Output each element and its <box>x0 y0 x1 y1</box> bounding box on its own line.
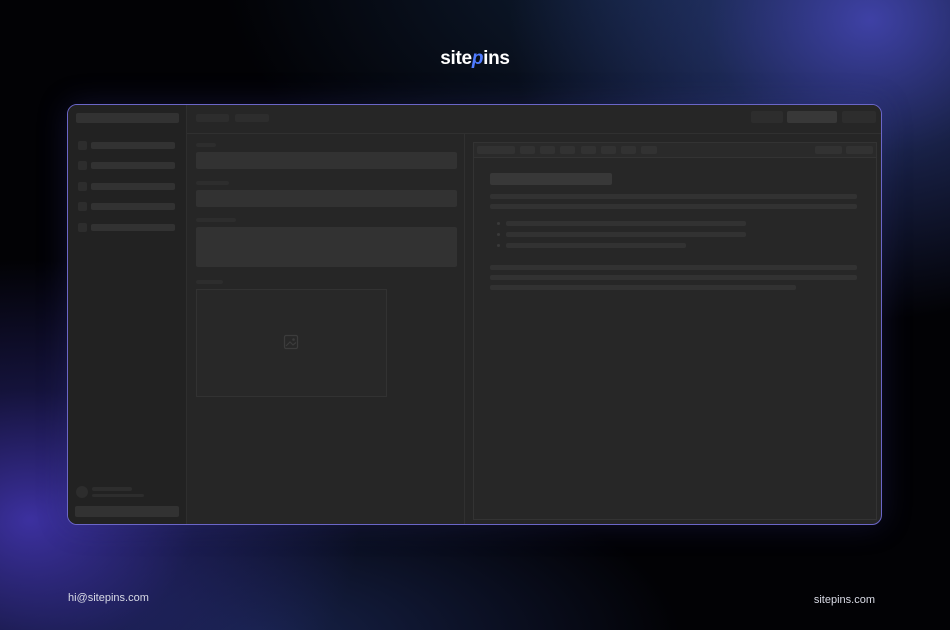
field-label <box>196 280 223 284</box>
sitepins-logo: sitepins <box>0 48 950 70</box>
sidebar-item[interactable] <box>91 142 175 149</box>
paragraph-line <box>490 204 857 209</box>
editor-toolbar <box>474 143 876 158</box>
format-dropdown[interactable] <box>477 146 515 154</box>
list-item-line <box>506 243 686 248</box>
field-label <box>196 218 236 222</box>
save-button[interactable] <box>787 111 837 123</box>
breadcrumb-placeholder[interactable] <box>196 114 229 122</box>
sidebar-item[interactable] <box>91 203 175 210</box>
user-name-placeholder <box>92 487 132 491</box>
image-upload-box[interactable] <box>196 289 387 397</box>
sidebar-footer-button[interactable] <box>75 506 179 517</box>
topbar-button[interactable] <box>842 111 876 123</box>
paragraph-line <box>490 265 857 270</box>
sidebar-header-placeholder <box>76 113 179 123</box>
list-item-line <box>506 232 746 237</box>
sidebar-item[interactable] <box>91 162 175 169</box>
list-bullet <box>497 222 500 225</box>
text-field[interactable] <box>196 152 457 169</box>
logo-suffix: ins <box>483 48 510 69</box>
list-bullet <box>497 233 500 236</box>
list-item-line <box>506 221 746 226</box>
toolbar-button[interactable] <box>846 146 873 154</box>
textarea-field[interactable] <box>196 227 457 267</box>
avatar <box>76 486 88 498</box>
sidebar-item-icon <box>78 182 87 191</box>
toolbar-button[interactable] <box>815 146 842 154</box>
field-label <box>196 143 216 147</box>
paragraph-line <box>490 194 857 199</box>
sidebar-item[interactable] <box>91 224 175 231</box>
image-placeholder-icon <box>283 334 299 350</box>
sidebar-item-icon <box>78 161 87 170</box>
toolbar-button[interactable] <box>560 146 575 154</box>
toolbar-button[interactable] <box>581 146 596 154</box>
contact-email[interactable]: hi@sitepins.com <box>68 592 149 604</box>
text-field[interactable] <box>196 190 457 207</box>
website-link[interactable]: sitepins.com <box>814 594 875 606</box>
rich-text-editor[interactable] <box>473 142 877 520</box>
app-mockup-window <box>67 104 882 525</box>
breadcrumb-placeholder[interactable] <box>235 114 269 122</box>
field-label <box>196 181 229 185</box>
sidebar-item-icon <box>78 141 87 150</box>
logo-accent: p <box>471 48 484 69</box>
logo-prefix: site <box>440 48 472 69</box>
paragraph-line <box>490 275 857 280</box>
toolbar-button[interactable] <box>641 146 657 154</box>
sidebar-item-icon <box>78 202 87 211</box>
topbar-button[interactable] <box>751 111 783 123</box>
heading-placeholder <box>490 173 612 185</box>
top-bar <box>187 105 881 134</box>
toolbar-button[interactable] <box>520 146 535 154</box>
sidebar-item-icon <box>78 223 87 232</box>
paragraph-line <box>490 285 796 290</box>
sidebar-item[interactable] <box>91 183 175 190</box>
user-email-placeholder <box>92 494 144 497</box>
list-bullet <box>497 244 500 247</box>
toolbar-button[interactable] <box>540 146 555 154</box>
toolbar-button[interactable] <box>601 146 616 154</box>
sidebar <box>68 105 187 524</box>
toolbar-button[interactable] <box>621 146 636 154</box>
